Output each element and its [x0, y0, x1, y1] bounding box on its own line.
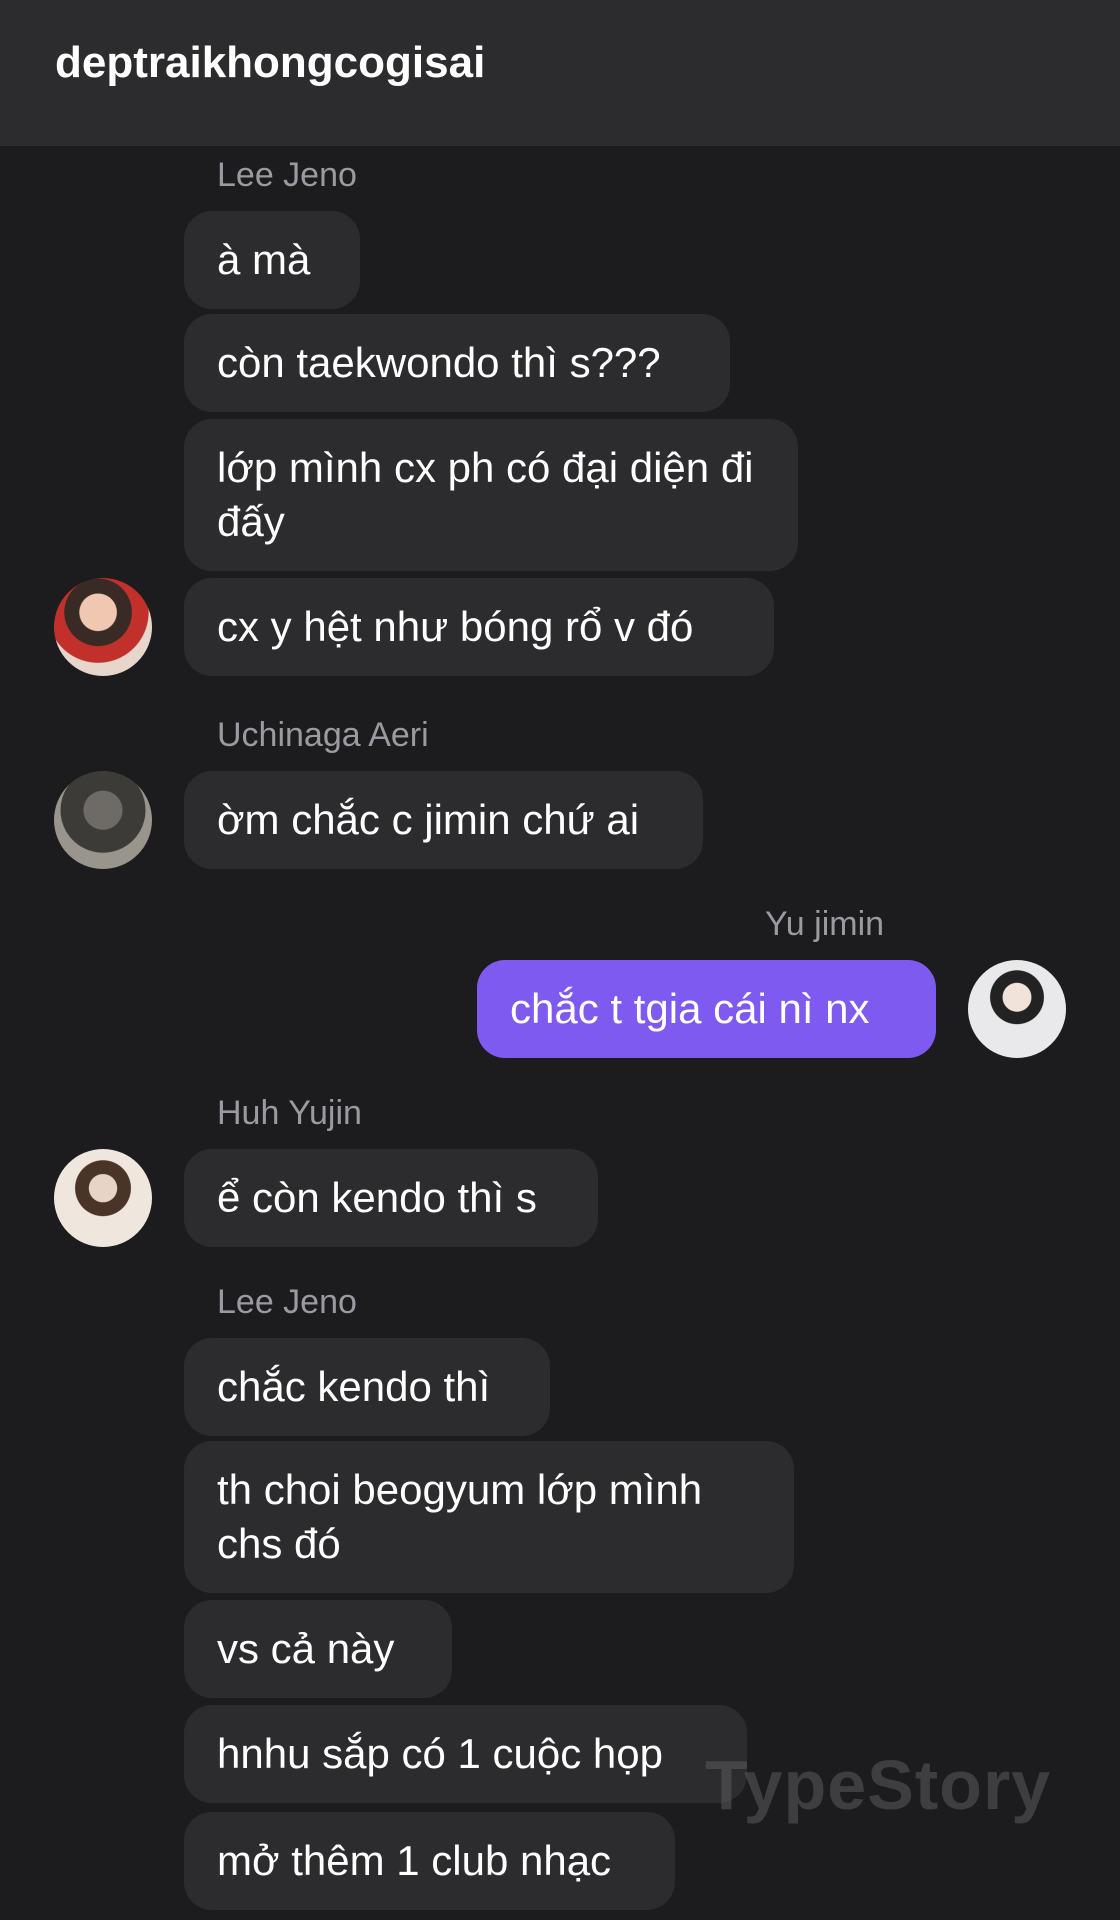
avatar-yu-jimin[interactable] [968, 960, 1066, 1058]
message-bubble[interactable]: lớp mình cx ph có đại diện đi đấy [184, 419, 798, 571]
message-bubble[interactable]: vs cả này [184, 1600, 452, 1698]
chat-title: deptraikhongcogisai [55, 38, 486, 87]
avatar-uchinaga-aeri[interactable] [54, 771, 152, 869]
message-bubble[interactable]: à mà [184, 211, 360, 309]
sender-name: Lee Jeno [217, 156, 357, 194]
sender-name: Yu jimin [765, 905, 885, 943]
message-bubble[interactable]: th choi beogyum lớp mình chs đó [184, 1441, 794, 1593]
message-bubble[interactable]: còn taekwondo thì s??? [184, 314, 730, 412]
message-bubble[interactable]: chắc kendo thì [184, 1338, 550, 1436]
message-bubble[interactable]: ể còn kendo thì s [184, 1149, 598, 1247]
sender-name: Huh Yujin [217, 1094, 362, 1132]
message-bubble[interactable]: hnhu sắp có 1 cuộc họp [184, 1705, 747, 1803]
typestory-watermark: TypeStory [705, 1746, 1052, 1824]
sender-name: Uchinaga Aeri [217, 716, 429, 754]
chat-header: deptraikhongcogisai [0, 0, 1120, 146]
sender-name: Lee Jeno [217, 1283, 357, 1321]
avatar-lee-jeno[interactable] [54, 578, 152, 676]
message-bubble[interactable]: mở thêm 1 club nhạc [184, 1812, 675, 1910]
avatar-huh-yujin[interactable] [54, 1149, 152, 1247]
my-message-bubble[interactable]: chắc t tgia cái nì nx [477, 960, 936, 1058]
message-bubble[interactable]: ờm chắc c jimin chứ ai [184, 771, 703, 869]
message-bubble[interactable]: cx y hệt như bóng rổ v đó [184, 578, 774, 676]
